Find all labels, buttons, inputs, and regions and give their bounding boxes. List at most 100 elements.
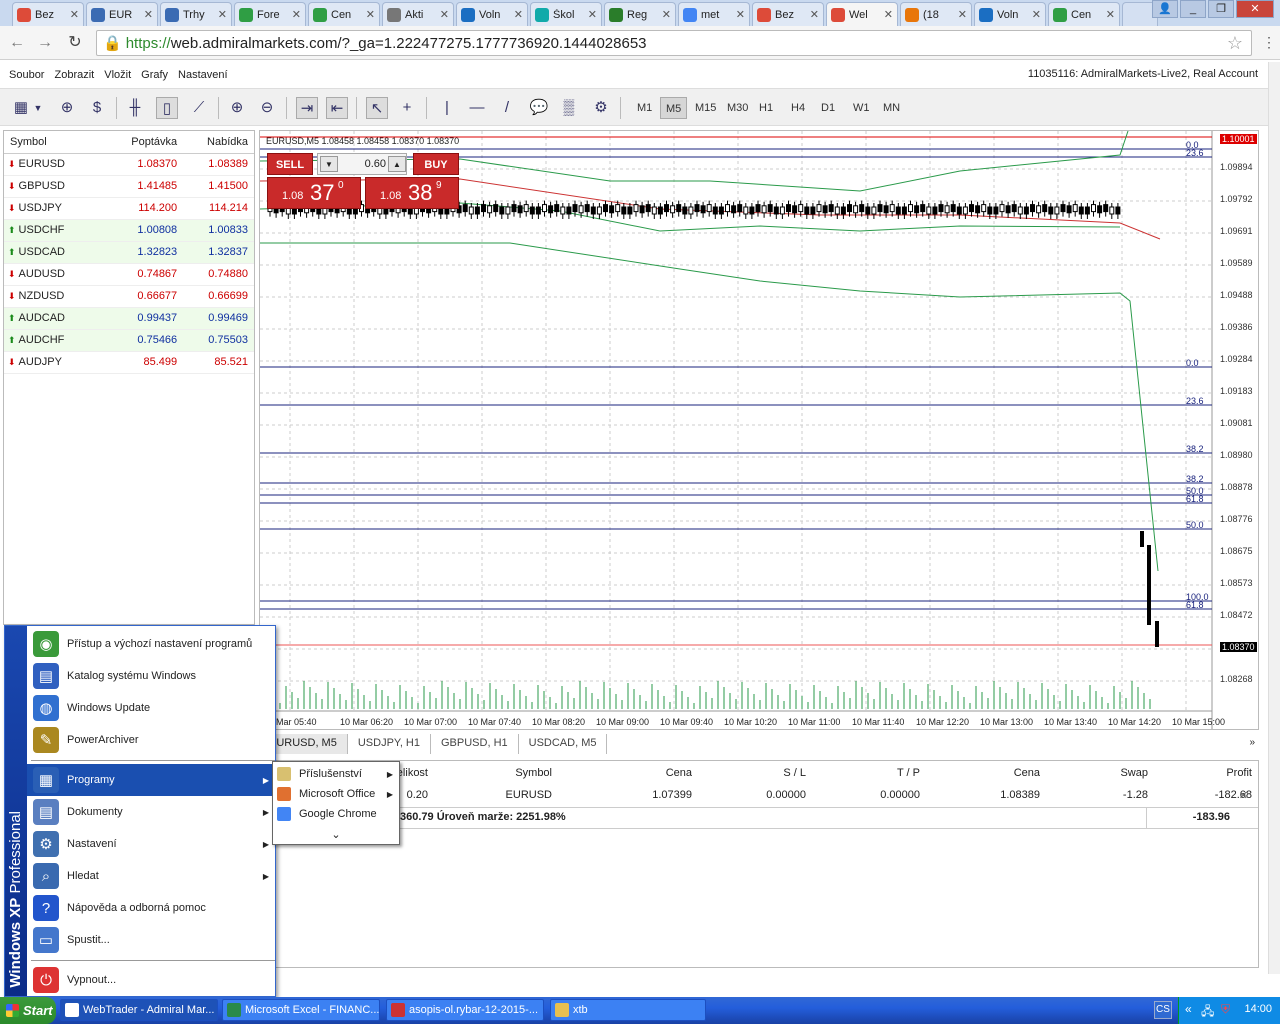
- chart-tab[interactable]: USDJPY, H1: [348, 734, 431, 754]
- watchlist-row[interactable]: ⬇ NZDUSD 0.66677 0.66699: [4, 285, 254, 308]
- browser-tab[interactable]: Voln ✕: [974, 2, 1046, 26]
- start-button[interactable]: Start: [0, 997, 56, 1024]
- app-menu-item[interactable]: Vložit: [99, 69, 136, 81]
- network-icon[interactable]: 🖧: [1201, 1002, 1214, 1023]
- text-label-icon[interactable]: 💬: [528, 97, 550, 119]
- timeframe-w1[interactable]: W1: [848, 97, 875, 119]
- timeframe-m5[interactable]: M5: [660, 97, 688, 119]
- buy-price-box[interactable]: 1.08 38 9: [365, 177, 459, 209]
- new-chart-icon[interactable]: ▦: [10, 97, 32, 119]
- tray-expand-icon[interactable]: «: [1185, 1002, 1192, 1016]
- taskbar-button[interactable]: asopis-ol.rybar-12-2015-...: [386, 999, 544, 1021]
- close-tab-icon[interactable]: ✕: [958, 8, 967, 21]
- app-menu-item[interactable]: Soubor: [4, 69, 49, 81]
- url-bar[interactable]: 🔒 https://web.admiralmarkets.com/?_ga=1.…: [96, 30, 1252, 56]
- price-chart[interactable]: EURUSD,M5 1.08458 1.08458 1.08370 1.0837…: [259, 130, 1259, 730]
- chrome-menu-icon[interactable]: ⋮: [1262, 34, 1276, 51]
- taskbar-button[interactable]: xtb: [550, 999, 706, 1021]
- start-menu-item[interactable]: ⌕ Hledat ▶: [27, 860, 275, 892]
- terminal-col-header[interactable]: Symbol: [515, 767, 552, 779]
- close-tab-icon[interactable]: ✕: [218, 8, 227, 21]
- terminal-col-header[interactable]: Cena: [666, 767, 692, 779]
- lot-decrease-icon[interactable]: ▼: [320, 156, 338, 172]
- trendline-icon[interactable]: /: [496, 97, 518, 119]
- timeframe-m15[interactable]: M15: [690, 97, 721, 119]
- timeframe-h4[interactable]: H4: [786, 97, 810, 119]
- security-icon[interactable]: ⛨: [1221, 1002, 1230, 1017]
- chevron-down-icon[interactable]: ▼: [32, 97, 44, 119]
- programs-submenu-item[interactable]: Google Chrome: [273, 804, 399, 824]
- reload-button[interactable]: ↻: [64, 32, 86, 54]
- browser-tab[interactable]: Škol ✕: [530, 2, 602, 26]
- vertical-line-icon[interactable]: |: [436, 97, 458, 119]
- watchlist-row[interactable]: ⬆ USDCAD 1.32823 1.32837: [4, 241, 254, 264]
- app-menu-item[interactable]: Grafy: [136, 69, 173, 81]
- grid-icon[interactable]: ▒: [558, 97, 580, 119]
- chart-tab[interactable]: USDCAD, M5: [519, 734, 608, 754]
- watchlist-row[interactable]: ⬇ EURUSD 1.08370 1.08389: [4, 153, 254, 176]
- watchlist-row[interactable]: ⬇ USDJPY 114.200 114.214: [4, 197, 254, 220]
- terminal-col-header[interactable]: T / P: [897, 767, 920, 779]
- start-menu-pinned-item[interactable]: ✎ PowerArchiver: [27, 724, 275, 756]
- start-menu-pinned-item[interactable]: ◉ Přístup a výchozí nastavení programů: [27, 628, 275, 660]
- browser-tab[interactable]: Bez ✕: [12, 2, 84, 26]
- close-tab-icon[interactable]: ✕: [292, 8, 301, 21]
- new-order-icon[interactable]: ⊕: [56, 97, 78, 119]
- minimize-button[interactable]: _: [1180, 0, 1206, 18]
- chart-tab[interactable]: GBPUSD, H1: [431, 734, 519, 754]
- bid-header[interactable]: Poptávka: [105, 131, 184, 154]
- browser-tab[interactable]: Akti ✕: [382, 2, 454, 26]
- language-indicator[interactable]: CS: [1154, 1001, 1172, 1019]
- sell-price-box[interactable]: 1.08 37 0: [267, 177, 361, 209]
- watchlist-row[interactable]: ⬇ AUDJPY 85.499 85.521: [4, 351, 254, 374]
- account-history-icon[interactable]: $: [86, 97, 108, 119]
- browser-tab[interactable]: Reg ✕: [604, 2, 676, 26]
- timeframe-mn[interactable]: MN: [878, 97, 905, 119]
- watchlist-row[interactable]: ⬆ AUDCAD 0.99437 0.99469: [4, 307, 254, 330]
- close-tab-icon[interactable]: ✕: [366, 8, 375, 21]
- browser-tab[interactable]: met ✕: [678, 2, 750, 26]
- indicators-icon[interactable]: ⚙: [590, 97, 612, 119]
- ask-header[interactable]: Nabídka: [183, 131, 254, 154]
- start-menu-item[interactable]: ▤ Dokumenty ▶: [27, 796, 275, 828]
- terminal-col-header[interactable]: Swap: [1120, 767, 1148, 779]
- lot-size-value[interactable]: 0.60: [340, 156, 386, 172]
- cursor-icon[interactable]: ↖: [366, 97, 388, 119]
- close-tab-icon[interactable]: ✕: [1032, 8, 1041, 21]
- chevron-right-icon[interactable]: »: [1249, 737, 1255, 748]
- browser-tab[interactable]: Trhy ✕: [160, 2, 232, 26]
- browser-tab[interactable]: Bez ✕: [752, 2, 824, 26]
- start-menu-item[interactable]: ▦ Programy ▶: [27, 764, 275, 796]
- crosshair-icon[interactable]: +: [396, 97, 418, 119]
- terminal-col-header[interactable]: Profit: [1226, 767, 1252, 779]
- close-tab-icon[interactable]: ✕: [736, 8, 745, 21]
- app-menu-item[interactable]: Nastavení: [173, 69, 233, 81]
- browser-tab[interactable]: Cen ✕: [1048, 2, 1120, 26]
- shutdown-item[interactable]: ⏻ Vypnout...: [27, 964, 275, 996]
- start-menu-item[interactable]: ⚙ Nastavení ▶: [27, 828, 275, 860]
- browser-tab[interactable]: Cen ✕: [308, 2, 380, 26]
- bar-chart-icon[interactable]: ╫: [124, 97, 146, 119]
- timeframe-h1[interactable]: H1: [754, 97, 778, 119]
- taskbar-button[interactable]: WebTrader - Admiral Mar...: [60, 999, 218, 1021]
- back-button[interactable]: ←: [6, 32, 28, 54]
- watchlist-row[interactable]: ⬇ AUDUSD 0.74867 0.74880: [4, 263, 254, 286]
- sell-button[interactable]: SELL: [267, 153, 313, 175]
- close-tab-icon[interactable]: ✕: [662, 8, 671, 21]
- browser-tab[interactable]: (18 ✕: [900, 2, 972, 26]
- page-scrollbar[interactable]: [1268, 62, 1280, 974]
- programs-submenu-item[interactable]: Microsoft Office ▶: [273, 784, 399, 804]
- lot-increase-icon[interactable]: ▲: [388, 156, 406, 172]
- browser-tab[interactable]: EUR ✕: [86, 2, 158, 26]
- close-tab-icon[interactable]: ✕: [588, 8, 597, 21]
- watchlist-row[interactable]: ⬆ AUDCHF 0.75466 0.75503: [4, 329, 254, 352]
- start-menu-item[interactable]: ▭ Spustit...: [27, 924, 275, 956]
- start-menu-pinned-item[interactable]: ◍ Windows Update: [27, 692, 275, 724]
- zoom-out-icon[interactable]: ⊖: [256, 97, 278, 119]
- close-tab-icon[interactable]: ✕: [884, 8, 893, 21]
- forward-button[interactable]: →: [34, 32, 56, 54]
- close-tab-icon[interactable]: ✕: [810, 8, 819, 21]
- browser-tab[interactable]: Wel ✕: [826, 2, 898, 26]
- taskbar-button[interactable]: Microsoft Excel - FINANC...: [222, 999, 380, 1021]
- line-chart-icon[interactable]: ⟋: [188, 97, 210, 119]
